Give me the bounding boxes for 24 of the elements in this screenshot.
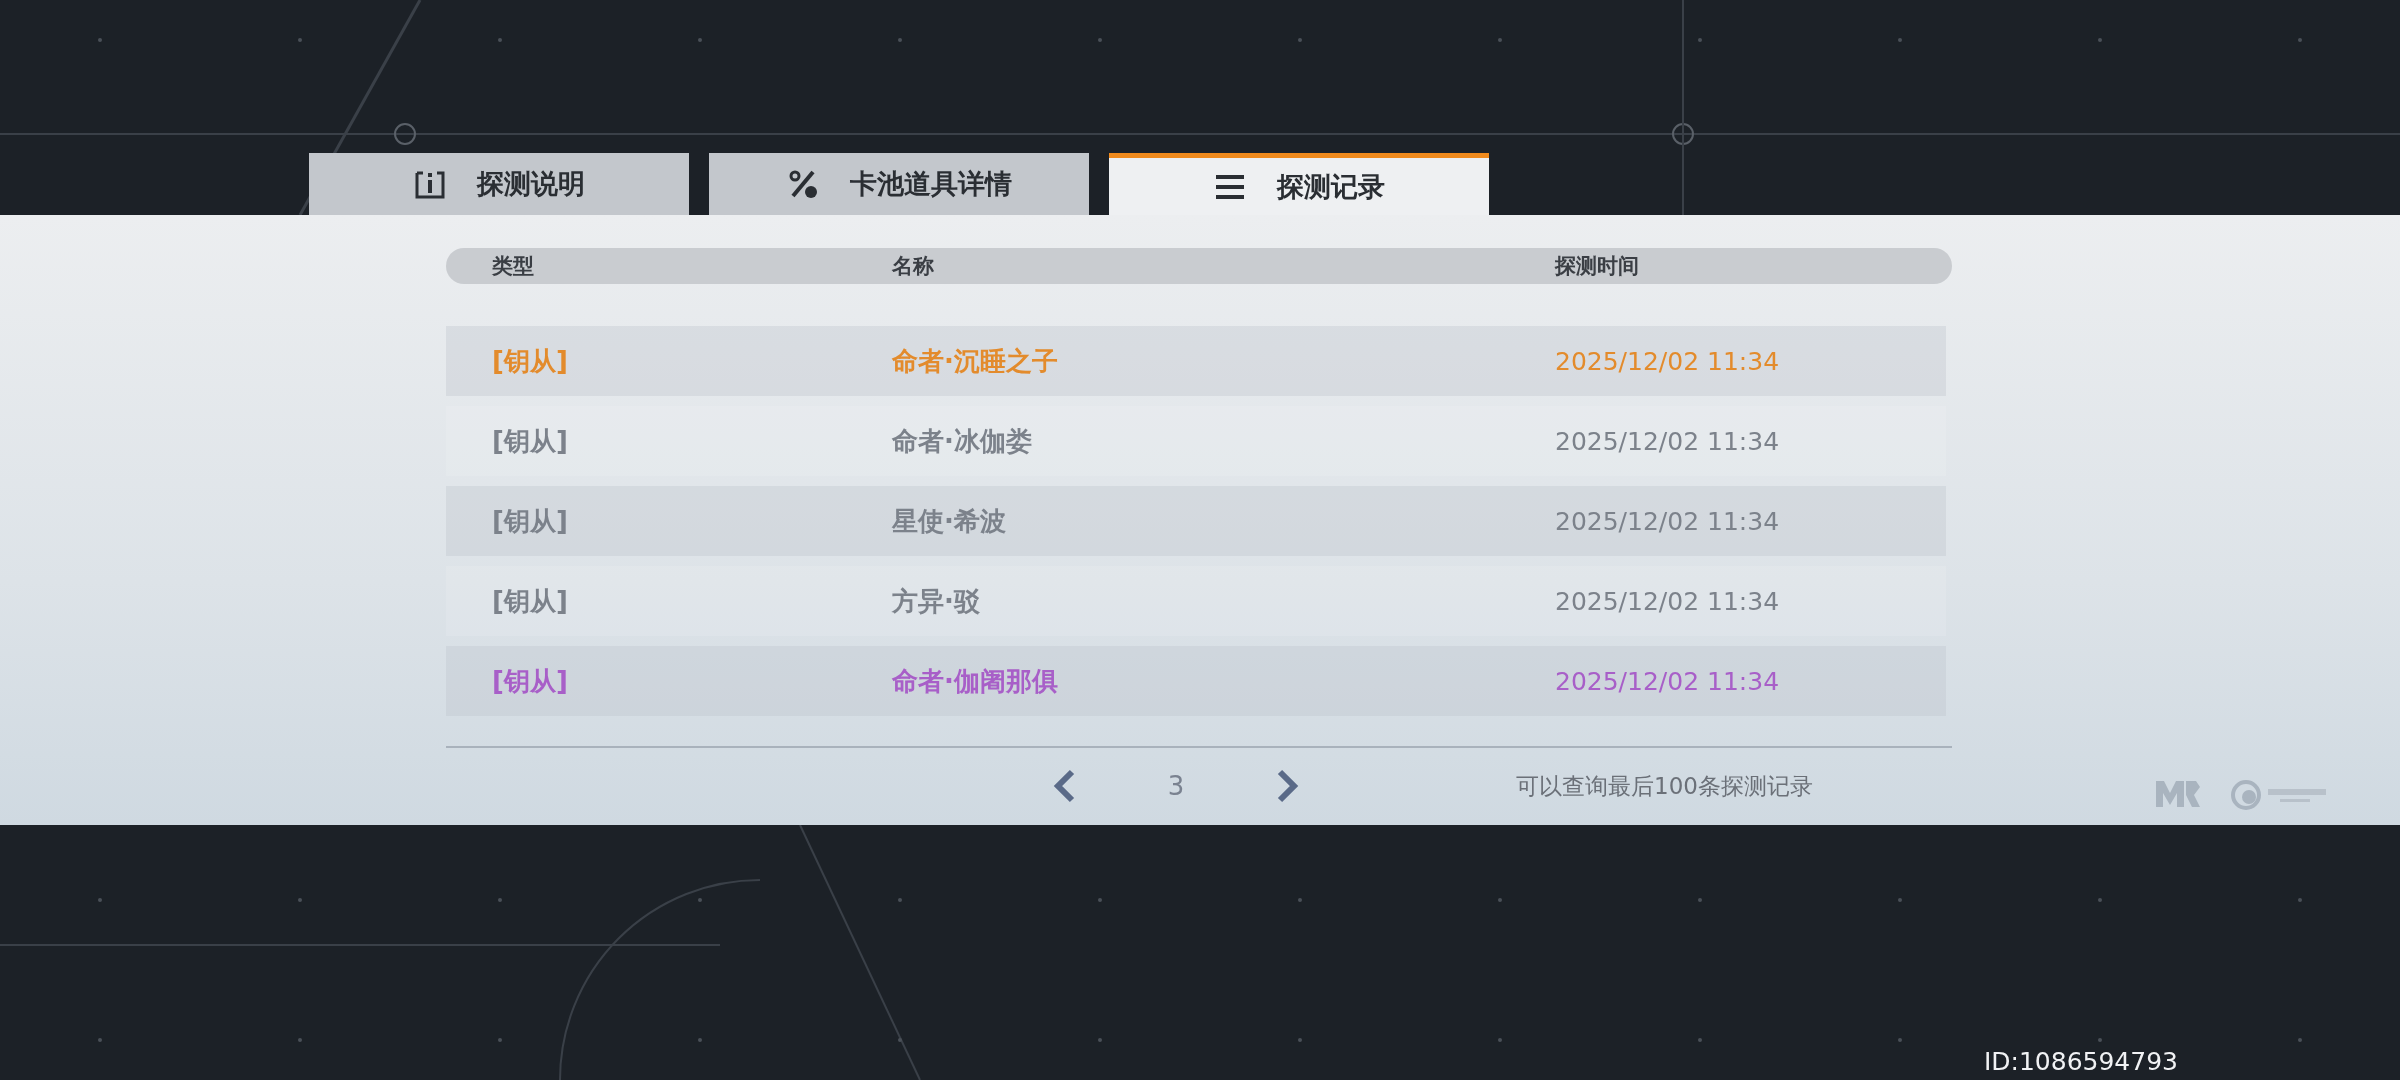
table-cell-text: 命者·冰伽娄 — [892, 424, 1033, 458]
table-cell-text: 方异·驳 — [892, 584, 981, 618]
table-cell-text: 2025/12/02 11:34 — [1555, 346, 1781, 376]
table-cell-text: 2025/12/02 11:34 — [1555, 666, 1781, 696]
user-id: ID:1086594793 — [1983, 1047, 2178, 1076]
table-cell-text: [钥从] — [492, 664, 569, 698]
tab[interactable]: 探测记录 — [1109, 153, 1489, 215]
column-header: 探测时间 — [1555, 253, 1640, 280]
column-header: 名称 — [892, 253, 935, 280]
table-cell-text: [钥从] — [492, 344, 569, 378]
table-cell-text: 命者·伽阇那俱 — [892, 664, 1059, 698]
table-cell-text: 2025/12/02 11:34 — [1555, 586, 1781, 616]
tab[interactable]: 探测说明 — [309, 153, 689, 215]
record-limit-note: 可以查询最后100条探测记录 — [1516, 771, 1813, 801]
table-cell-text: [钥从] — [492, 584, 569, 618]
table-cell-text: [钥从] — [492, 504, 569, 538]
table-cell-text: 2025/12/02 11:34 — [1555, 506, 1781, 536]
table-cell-text: 星使·希波 — [892, 504, 1007, 538]
table-cell-text: 命者·沉睡之子 — [892, 344, 1059, 378]
page-number: 3 — [1166, 771, 1186, 801]
tab[interactable]: 卡池道具详情 — [709, 153, 1089, 215]
table-cell-text: 2025/12/02 11:34 — [1555, 426, 1781, 456]
table-cell-text: [钥从] — [492, 424, 569, 458]
column-header: 类型 — [492, 253, 535, 280]
